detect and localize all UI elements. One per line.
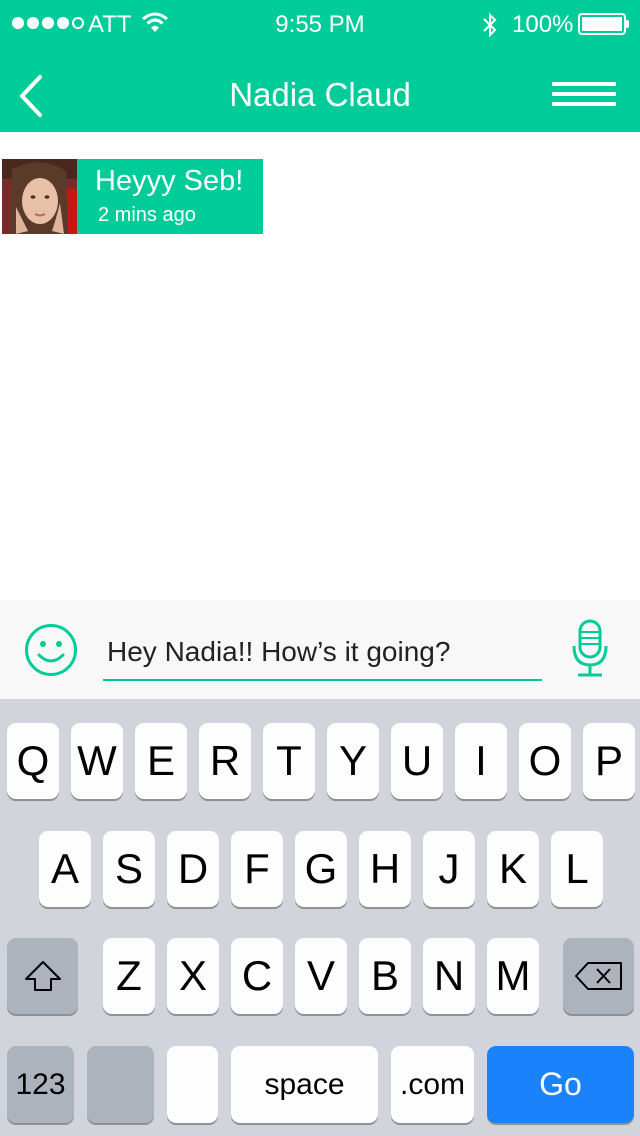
message-input[interactable]: Hey Nadia!! How’s it going? [103, 628, 542, 681]
key-i[interactable]: I [455, 723, 507, 799]
key-t[interactable]: T [263, 723, 315, 799]
smiley-icon [25, 624, 77, 676]
key-g[interactable]: G [295, 831, 347, 907]
menu-button[interactable] [550, 80, 618, 110]
key-u[interactable]: U [391, 723, 443, 799]
key-r[interactable]: R [199, 723, 251, 799]
key-e[interactable]: E [135, 723, 187, 799]
message-text: Heyyy Seb! [95, 165, 244, 197]
message-bubble: Heyyy Seb! 2 mins ago [77, 159, 263, 234]
message-item[interactable]: Heyyy Seb! 2 mins ago [2, 159, 263, 234]
numbers-key[interactable]: 123 [7, 1046, 74, 1123]
key-l[interactable]: L [551, 831, 603, 907]
key-y[interactable]: Y [327, 723, 379, 799]
blank-key[interactable] [167, 1046, 218, 1123]
app-header: ATT 9:55 PM 100% Nadia Claud [0, 0, 640, 132]
space-key[interactable]: space [231, 1046, 378, 1123]
keyboard: QWERTYUIOP ASDFGHJKL ZXCVBNM 123 space .… [0, 699, 640, 1136]
key-h[interactable]: H [359, 831, 411, 907]
battery-percent: 100% [512, 11, 574, 38]
shift-key[interactable] [7, 938, 78, 1014]
key-q[interactable]: Q [7, 723, 59, 799]
bluetooth-icon [483, 12, 497, 38]
key-x[interactable]: X [167, 938, 219, 1014]
key-p[interactable]: P [583, 723, 635, 799]
backspace-icon [574, 962, 622, 990]
go-key[interactable]: Go [487, 1046, 634, 1123]
globe-key[interactable] [87, 1046, 154, 1123]
key-b[interactable]: B [359, 938, 411, 1014]
key-w[interactable]: W [71, 723, 123, 799]
avatar[interactable] [2, 159, 77, 234]
key-v[interactable]: V [295, 938, 347, 1014]
nav-bar: Nadia Claud [0, 48, 640, 132]
delete-key[interactable] [563, 938, 634, 1014]
key-j[interactable]: J [423, 831, 475, 907]
key-f[interactable]: F [231, 831, 283, 907]
key-s[interactable]: S [103, 831, 155, 907]
shift-icon [24, 961, 61, 991]
key-n[interactable]: N [423, 938, 475, 1014]
key-a[interactable]: A [39, 831, 91, 907]
key-o[interactable]: O [519, 723, 571, 799]
message-time: 2 mins ago [98, 204, 196, 226]
key-k[interactable]: K [487, 831, 539, 907]
dotcom-key[interactable]: .com [391, 1046, 474, 1123]
key-c[interactable]: C [231, 938, 283, 1014]
battery-icon [578, 13, 626, 35]
key-d[interactable]: D [167, 831, 219, 907]
status-bar: ATT 9:55 PM 100% [0, 0, 640, 48]
page-title: Nadia Claud [229, 76, 411, 113]
key-z[interactable]: Z [103, 938, 155, 1014]
composer-bar: Hey Nadia!! How’s it going? [0, 600, 640, 699]
emoji-button[interactable] [24, 623, 78, 677]
mic-button[interactable] [570, 618, 610, 680]
key-m[interactable]: M [487, 938, 539, 1014]
microphone-icon [572, 619, 608, 677]
